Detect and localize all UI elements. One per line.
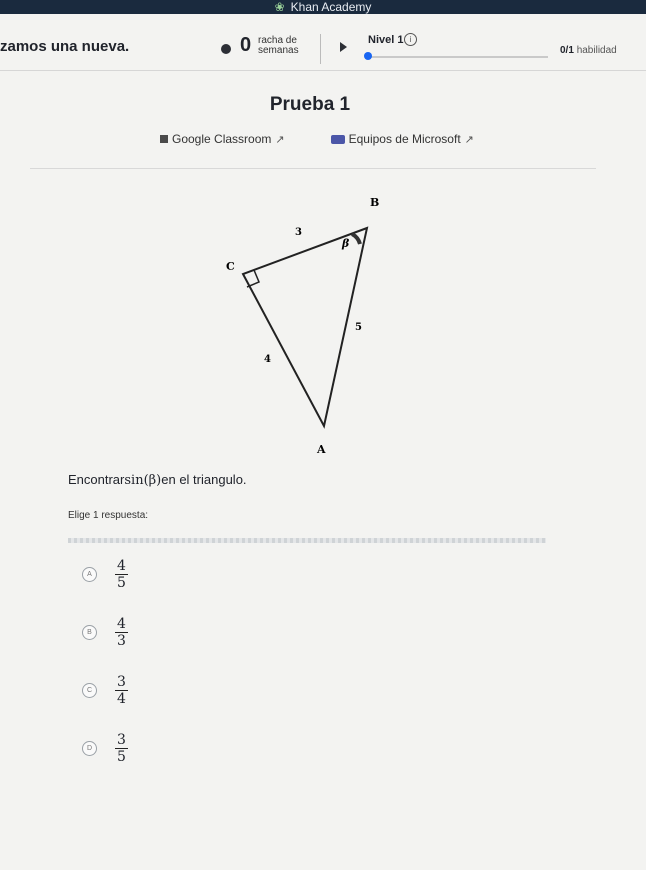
share-divider [30,168,596,169]
choice-c-fraction: 3 4 [115,674,128,707]
brand-name[interactable]: Khan Academy [291,0,372,14]
google-classroom-label: Google Classroom [172,132,272,146]
vertex-a-label: A [316,443,326,456]
fraction-numerator: 4 [115,557,128,575]
choice-d-fraction: 3 5 [115,732,128,765]
skills-count: 0/1 [560,45,574,56]
fraction-denominator: 4 [117,690,126,707]
side-ca-length: 4 [264,354,271,365]
ms-teams-link[interactable]: Equipos de Microsoft ↗ [330,132,474,146]
share-row: Google Classroom ↗ Equipos de Microsoft … [160,132,474,146]
question-prompt: Encontrarsin(β)en el triangulo. [68,472,247,488]
google-classroom-link[interactable]: Google Classroom ↗ [160,132,285,146]
level-progress-bar [368,56,548,58]
fraction-numerator: 3 [115,731,128,749]
angle-beta-arc [350,232,362,245]
header: zamos una nueva. 0 racha de semanas Nive… [0,28,646,68]
ms-teams-icon [330,134,345,144]
angle-beta-label: β [341,237,350,250]
prompt-math: sin(β) [124,473,162,488]
streak-count: 0 [240,34,252,56]
choose-instruction: Elige 1 respuesta: [68,510,149,521]
top-bar: ❀ Khan Academy [0,0,646,14]
fraction-numerator: 4 [115,615,128,633]
external-link-icon: ↗ [275,133,285,146]
choice-d-radio[interactable]: D [82,740,97,756]
choice-a-radio[interactable]: A [82,566,97,582]
play-icon[interactable] [340,42,347,52]
streak-label: racha de semanas [258,35,299,56]
external-link-icon: ↗ [464,133,474,146]
prompt-text-start: Encontrar [68,472,125,487]
choice-d[interactable]: D 3 5 [82,722,382,774]
khan-leaf-icon: ❀ [274,0,285,14]
side-ab-length: 5 [355,322,362,333]
choice-c-radio[interactable]: C [82,682,97,698]
choice-b-fraction: 4 3 [115,616,128,649]
vertex-c-label: C [226,260,235,273]
choices-divider [68,538,546,543]
info-icon[interactable]: i [404,33,417,46]
choice-c[interactable]: C 3 4 [82,664,382,716]
triangle-diagram: B C A β 3 4 5 [226,196,379,456]
header-divider [320,34,321,64]
fraction-denominator: 5 [117,748,126,765]
level-label: Nivel 1 [368,34,404,46]
streak-icon [221,44,231,54]
choice-b-radio[interactable]: B [82,624,97,640]
quiz-title: Prueba 1 [269,94,351,115]
skills-label: habilidad [576,45,617,56]
side-cb-length: 3 [295,227,302,238]
skills-counter: 0/1 habilidad [560,45,617,56]
choice-a-fraction: 4 5 [115,558,128,591]
fraction-denominator: 3 [117,632,126,649]
choice-b[interactable]: B 4 3 [82,606,382,658]
ms-teams-label: Equipos de Microsoft [348,132,461,146]
fraction-numerator: 3 [115,673,128,691]
triangle-shape [241,226,369,429]
vertex-b-label: B [370,196,379,209]
choice-a[interactable]: A 4 5 [82,548,382,600]
prompt-text-end: en el triangulo. [161,472,247,487]
header-divider-line [0,70,646,71]
fraction-denominator: 5 [117,574,126,591]
header-title: zamos una nueva. [0,38,130,55]
level-progress-marker [364,52,372,60]
google-classroom-icon [160,135,168,143]
